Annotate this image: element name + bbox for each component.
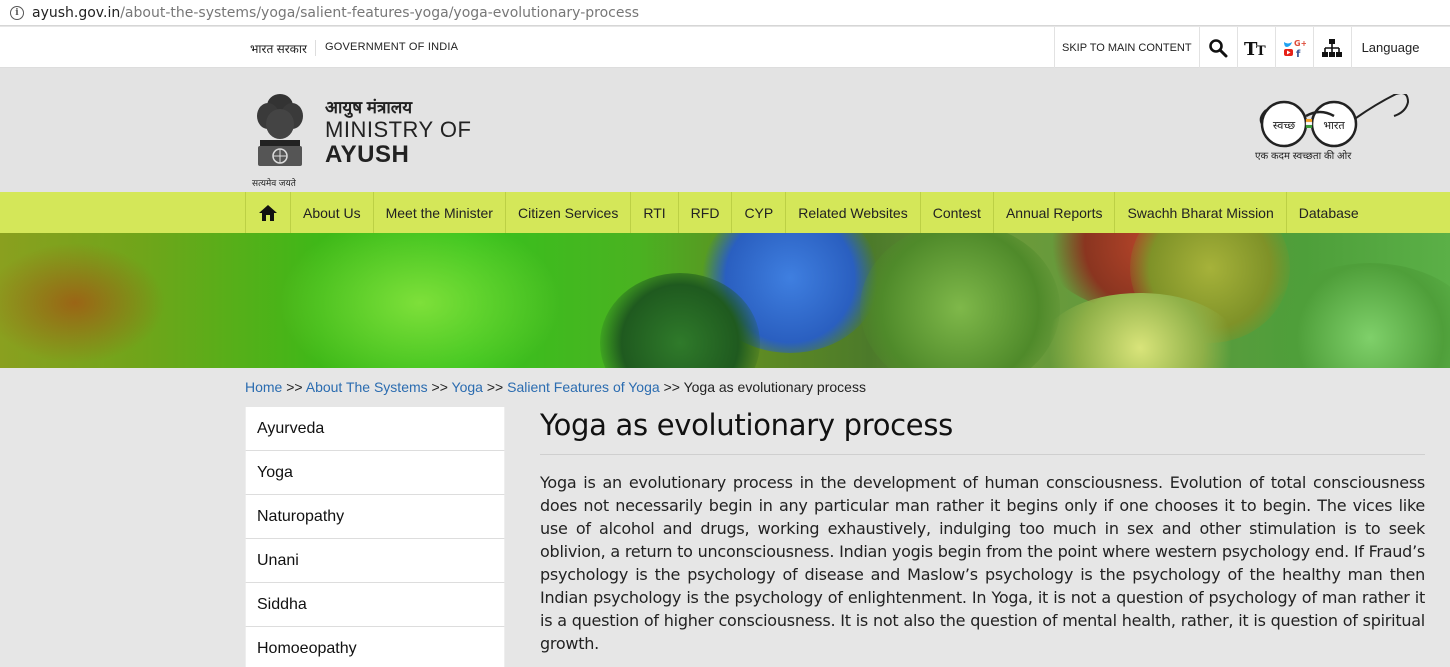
sidebar-item-unani[interactable]: Unani	[245, 539, 505, 583]
nav-contest[interactable]: Contest	[921, 192, 994, 233]
breadcrumb-separator: >>	[486, 379, 504, 395]
nav-meet-the-minister[interactable]: Meet the Minister	[374, 192, 506, 233]
home-icon[interactable]	[258, 204, 278, 222]
sidebar-item-siddha[interactable]: Siddha	[245, 583, 505, 627]
breadcrumb-home-link[interactable]: Home	[245, 379, 282, 395]
sidebar-item-yoga[interactable]: Yoga	[245, 451, 505, 495]
breadcrumb: Home >> About The Systems >> Yoga >> Sal…	[245, 379, 866, 395]
address-bar[interactable]: i ayush.gov.in/about-the-systems/yoga/sa…	[0, 0, 1450, 26]
svg-text:f: f	[1296, 49, 1301, 59]
nav-annual-reports[interactable]: Annual Reports	[994, 192, 1116, 233]
ministry-hindi: आयुष मंत्रालय	[325, 98, 413, 117]
breadcrumb-about-the-systems-link[interactable]: About The Systems	[306, 379, 428, 395]
nav-citizen-services[interactable]: Citizen Services	[506, 192, 632, 233]
bharat-sarkar-link[interactable]: भारत सरकार	[250, 40, 316, 56]
language-selector[interactable]: Language	[1352, 40, 1420, 55]
emblem-motto: सत्यमेव जयते	[252, 178, 296, 188]
national-emblem-icon[interactable]	[250, 84, 310, 188]
ministry-logo-text[interactable]: आयुष मंत्रालय MINISTRY OF AYUSH	[325, 98, 471, 168]
government-of-india-link[interactable]: GOVERNMENT OF INDIA	[325, 41, 458, 53]
nav-rti[interactable]: RTI	[631, 192, 679, 233]
breadcrumb-yoga-link[interactable]: Yoga	[452, 379, 483, 395]
main-navigation: About Us Meet the Minister Citizen Servi…	[0, 192, 1450, 233]
breadcrumb-salient-features-link[interactable]: Salient Features of Yoga	[507, 379, 660, 395]
government-bar: भारत सरकार GOVERNMENT OF INDIA SKIP TO M…	[0, 27, 1450, 68]
svg-text:G+: G+	[1294, 39, 1306, 48]
text-size-icon[interactable]: TT	[1238, 27, 1276, 68]
nav-cyp[interactable]: CYP	[732, 192, 787, 233]
skip-to-main-content-link[interactable]: SKIP TO MAIN CONTENT	[1054, 27, 1200, 68]
nav-swachh-bharat-mission[interactable]: Swachh Bharat Mission	[1115, 192, 1287, 233]
site-header: सत्यमेव जयते आयुष मंत्रालय MINISTRY OF A…	[0, 68, 1450, 192]
page-title: Yoga as evolutionary process	[540, 408, 1425, 455]
swachh-right-word: भारत	[1323, 120, 1345, 132]
nav-home-button[interactable]	[245, 192, 291, 233]
nav-related-websites[interactable]: Related Websites	[786, 192, 921, 233]
hero-banner-image	[0, 233, 1450, 368]
info-icon[interactable]: i	[10, 5, 24, 20]
ministry-name-line1: MINISTRY OF	[325, 117, 472, 142]
svg-text:T: T	[1256, 44, 1266, 58]
sidebar-item-homoeopathy[interactable]: Homoeopathy	[245, 627, 505, 667]
sidebar-item-ayurveda[interactable]: Ayurveda	[245, 407, 505, 451]
breadcrumb-separator: >>	[663, 379, 680, 395]
url-domain: ayush.gov.in	[32, 4, 121, 21]
ministry-name-line2: AYUSH	[325, 141, 410, 168]
nav-rfd[interactable]: RFD	[679, 192, 733, 233]
breadcrumb-current: Yoga as evolutionary process	[683, 379, 866, 395]
sidebar-item-naturopathy[interactable]: Naturopathy	[245, 495, 505, 539]
search-icon[interactable]	[1200, 27, 1238, 68]
url-path: /about-the-systems/yoga/salient-features…	[120, 4, 640, 21]
systems-sidebar: Ayurveda Yoga Naturopathy Unani Siddha H…	[245, 407, 505, 667]
swachh-tagline: एक कदम स्वच्छता की ओर	[1255, 151, 1352, 162]
breadcrumb-separator: >>	[431, 379, 448, 395]
social-media-icon[interactable]: G+ f	[1276, 27, 1314, 68]
swachh-left-word: स्वच्छ	[1273, 120, 1295, 132]
nav-database[interactable]: Database	[1287, 192, 1371, 233]
main-content: Yoga as evolutionary process Yoga is an …	[540, 408, 1425, 655]
article-body: Yoga is an evolutionary process in the d…	[540, 473, 1425, 653]
sitemap-icon[interactable]	[1314, 27, 1352, 68]
nav-about-us[interactable]: About Us	[291, 192, 374, 233]
accessibility-tools: SKIP TO MAIN CONTENT TT G+ f Language	[1054, 27, 1419, 68]
breadcrumb-separator: >>	[286, 379, 303, 395]
